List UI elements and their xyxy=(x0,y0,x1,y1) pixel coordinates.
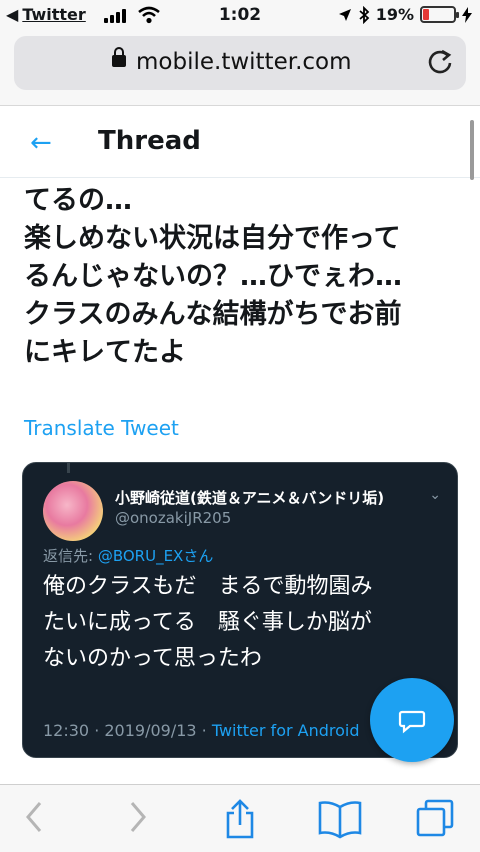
tweet-timestamp: 12:30 · 2019/09/13 · xyxy=(43,721,212,740)
quoted-line: たいに成ってる 騒ぐ事しか脳が xyxy=(43,610,372,635)
share-icon[interactable] xyxy=(222,799,258,839)
battery-percent: 19% xyxy=(375,5,414,24)
quoted-user-name[interactable]: 小野崎従道(鉄道＆アニメ＆バンドリ垢) xyxy=(115,487,384,508)
address-bar[interactable]: mobile.twitter.com xyxy=(14,36,466,90)
bluetooth-icon xyxy=(359,5,370,24)
compose-reply-icon xyxy=(398,710,426,734)
tweet-line: てるの… xyxy=(24,185,132,216)
url-text: mobile.twitter.com xyxy=(136,49,352,75)
reply-to-link[interactable]: @BORU_EXさん xyxy=(98,547,214,565)
browser-address-area: mobile.twitter.com xyxy=(0,30,480,106)
page-title: Thread xyxy=(98,126,201,156)
tweet-line: クラスのみんな結構がちでお前 xyxy=(24,299,402,330)
quoted-tweet-text: 俺のクラスもだ まるで動物園み たいに成ってる 騒ぐ事しか脳が ないのかって思っ… xyxy=(43,569,443,677)
bookmarks-icon[interactable] xyxy=(318,799,362,839)
thread-header: ← Thread xyxy=(0,106,480,178)
status-bar: ◀ Twitter 1:02 19% xyxy=(0,0,480,30)
forward-icon[interactable] xyxy=(126,799,150,835)
status-right-group: 19% xyxy=(338,5,472,24)
scrollbar[interactable] xyxy=(470,120,474,180)
quoted-line: 俺のクラスもだ まるで動物園み xyxy=(43,574,373,599)
tweet-text: てるの… 楽しめない状況は自分で作って るんじゃないの？…ひでぇわ… クラスのみ… xyxy=(24,182,464,372)
back-arrow-icon[interactable]: ← xyxy=(30,128,52,158)
translate-tweet-link[interactable]: Translate Tweet xyxy=(24,416,179,440)
tabs-icon[interactable] xyxy=(416,799,456,839)
reply-fab-button[interactable] xyxy=(370,678,454,762)
reload-icon[interactable] xyxy=(426,48,454,76)
quoted-line: ないのかって思ったわ xyxy=(43,646,262,671)
tweet-meta: 12:30 · 2019/09/13 · Twitter for Android xyxy=(43,721,360,740)
chevron-down-icon[interactable]: ⌄ xyxy=(429,487,441,503)
lock-icon xyxy=(112,47,126,67)
tweet-line: るんじゃないの？…ひでぇわ… xyxy=(24,261,402,292)
quoted-user-handle[interactable]: @onozakiJR205 xyxy=(115,509,231,527)
reply-context: 返信先: @BORU_EXさん xyxy=(43,545,213,566)
location-icon xyxy=(338,8,351,21)
battery-icon xyxy=(420,6,459,23)
back-icon[interactable] xyxy=(22,799,46,835)
avatar[interactable] xyxy=(43,481,103,541)
tweet-line: にキレてたよ xyxy=(24,337,186,368)
thread-line xyxy=(67,463,70,473)
reply-prefix: 返信先: xyxy=(43,547,98,565)
battery-level xyxy=(423,9,429,20)
tweet-line: 楽しめない状況は自分で作って xyxy=(24,223,401,254)
tweet-source-link[interactable]: Twitter for Android xyxy=(212,721,360,740)
browser-toolbar xyxy=(0,784,480,852)
charging-bolt-icon xyxy=(462,6,472,23)
